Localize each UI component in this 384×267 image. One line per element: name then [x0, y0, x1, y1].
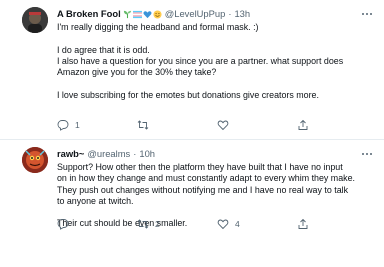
reply-button[interactable] [57, 218, 137, 230]
seedling-icon [123, 10, 131, 18]
retweet-button[interactable]: 2 [137, 218, 217, 230]
tweet-text-line: I love subscribing for the emotes but do… [57, 89, 319, 100]
reply-count: 1 [75, 120, 80, 130]
author-name[interactable]: rawb~ [57, 147, 84, 161]
share-button[interactable] [297, 218, 377, 230]
author-name[interactable]: A Broken Fool [57, 7, 121, 21]
trans-flag-icon [132, 10, 142, 18]
tweet-text-line: Amazon give you for the 30% they take? [57, 67, 217, 78]
author-handle[interactable]: @LevelUpPup [165, 7, 226, 21]
tweet[interactable]: A Broken Fool @LevelUpPup · 13h I'm real… [0, 0, 384, 140]
tweet[interactable]: rawb~ @urealms · 10h Support? How other … [0, 140, 384, 267]
avatar[interactable] [22, 7, 48, 33]
tweet-body: A Broken Fool @LevelUpPup · 13h I'm real… [57, 7, 374, 101]
tweet-text-line: I'm really digging the headband and form… [57, 22, 259, 32]
blue-heart-icon [143, 10, 152, 18]
heart-icon [217, 219, 229, 230]
share-icon [298, 218, 308, 229]
tweet-header: rawb~ @urealms · 10h [57, 147, 374, 161]
tweet-timestamp[interactable]: 10h [139, 147, 155, 161]
tweet-header: A Broken Fool @LevelUpPup · 13h [57, 7, 374, 21]
retweet-icon [137, 219, 149, 229]
like-button[interactable]: 4 [217, 218, 297, 230]
more-options-icon[interactable] [360, 149, 374, 159]
tweet-actions: 2 4 [57, 217, 377, 231]
tweet-text-line: Support? How other then the platform the… [57, 162, 343, 172]
reply-icon [57, 120, 69, 131]
tweet-text-line: on in how they change and must constantl… [57, 173, 355, 184]
author-emojis [123, 9, 162, 19]
tweet-actions: 1 [57, 118, 377, 132]
share-icon [298, 119, 308, 130]
separator-dot: · [133, 148, 137, 159]
tweet-text-line: I do agree that it is odd. [57, 44, 150, 55]
tweet-feed: A Broken Fool @LevelUpPup · 13h I'm real… [0, 0, 384, 267]
tweet-timestamp[interactable]: 13h [234, 7, 250, 21]
smiling-face-icon [153, 9, 162, 19]
like-button[interactable] [217, 119, 297, 131]
share-button[interactable] [297, 119, 377, 131]
more-options-icon[interactable] [360, 9, 374, 19]
reply-button[interactable]: 1 [57, 119, 137, 131]
retweet-icon [137, 120, 149, 130]
avatar[interactable] [22, 147, 48, 173]
tweet-text: I'm really digging the headband and form… [57, 22, 374, 101]
separator-dot: · [228, 8, 232, 19]
tweet-text-line: They push out changes without notifying … [57, 184, 349, 195]
retweet-count: 2 [155, 219, 160, 229]
author-handle[interactable]: @urealms [87, 147, 130, 161]
tweet-text-line: I also have a question for you since you… [57, 55, 344, 66]
reply-icon [57, 219, 69, 230]
retweet-button[interactable] [137, 119, 217, 131]
heart-icon [217, 120, 229, 131]
tweet-text-line: to anyone at twitch. [57, 195, 134, 206]
like-count: 4 [235, 219, 240, 229]
